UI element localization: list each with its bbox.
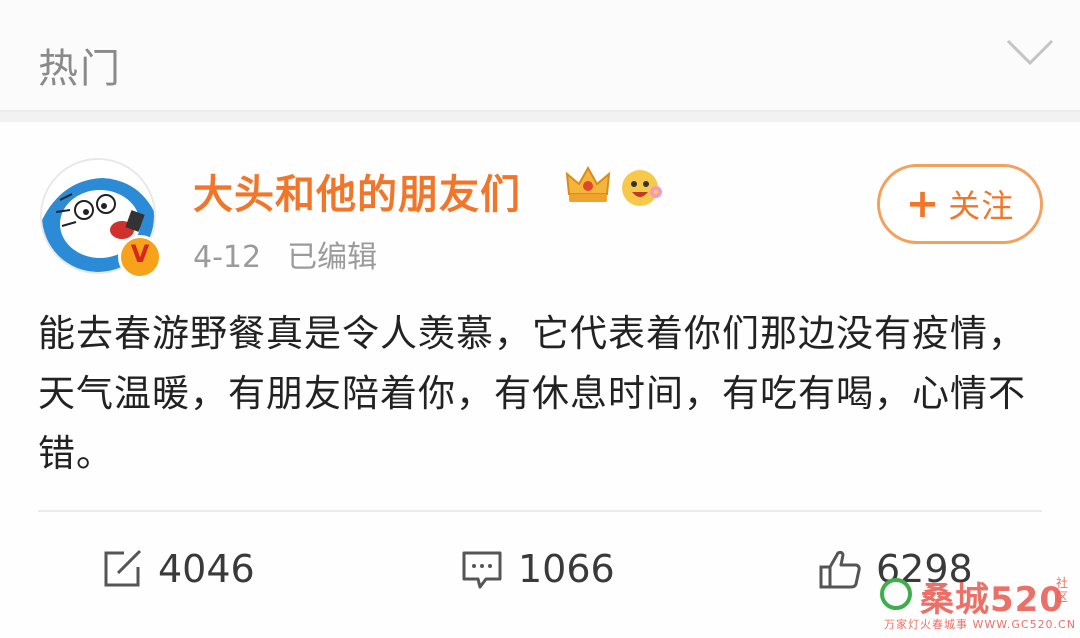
post-text: 能去春游野餐真是令人羡慕，它代表着你们那边没有疫情，天气温暖，有朋友陪着你，有休… bbox=[38, 312, 1026, 475]
watermark-logo-icon bbox=[880, 578, 912, 610]
repost-count: 4046 bbox=[158, 547, 255, 591]
comment-button[interactable]: 1066 bbox=[460, 534, 615, 604]
section-title: 热门 bbox=[38, 46, 122, 92]
follow-button[interactable]: + 关注 bbox=[877, 164, 1043, 244]
watermark-side: 社区 bbox=[1056, 576, 1069, 604]
edited-label: 已编辑 bbox=[287, 240, 378, 275]
repost-button[interactable]: 4046 bbox=[100, 534, 255, 604]
top-bar: 热门 bbox=[0, 0, 1080, 112]
username[interactable]: 大头和他的朋友们 bbox=[193, 162, 521, 220]
comment-count: 1066 bbox=[518, 547, 615, 591]
plus-icon: + bbox=[905, 181, 941, 227]
follow-label: 关注 bbox=[948, 187, 1015, 225]
repost-icon bbox=[104, 549, 142, 587]
thumbs-up-icon bbox=[819, 550, 861, 589]
weibo-post-card: V 大头和他的朋友们 4-12 已编辑 + 关注 能去春游野餐真是令人羡慕，它代表… bbox=[0, 122, 1080, 638]
comment-icon bbox=[462, 551, 502, 589]
post-meta: 4-12 已编辑 bbox=[193, 232, 377, 276]
post-date: 4-12 bbox=[193, 240, 262, 275]
verified-badge-icon: V bbox=[118, 235, 162, 279]
crown-icon[interactable] bbox=[565, 164, 611, 206]
watermark-text: 桑城520 bbox=[920, 580, 1064, 620]
watermark: 桑城520 社区 万家灯火春城事 WWW.GC520.CN bbox=[880, 572, 1076, 634]
chevron-down-icon[interactable] bbox=[1006, 38, 1054, 66]
divider bbox=[38, 510, 1042, 512]
emoji-face-icon[interactable] bbox=[618, 162, 666, 210]
watermark-subtext: 万家灯火春城事 WWW.GC520.CN bbox=[884, 618, 1076, 631]
